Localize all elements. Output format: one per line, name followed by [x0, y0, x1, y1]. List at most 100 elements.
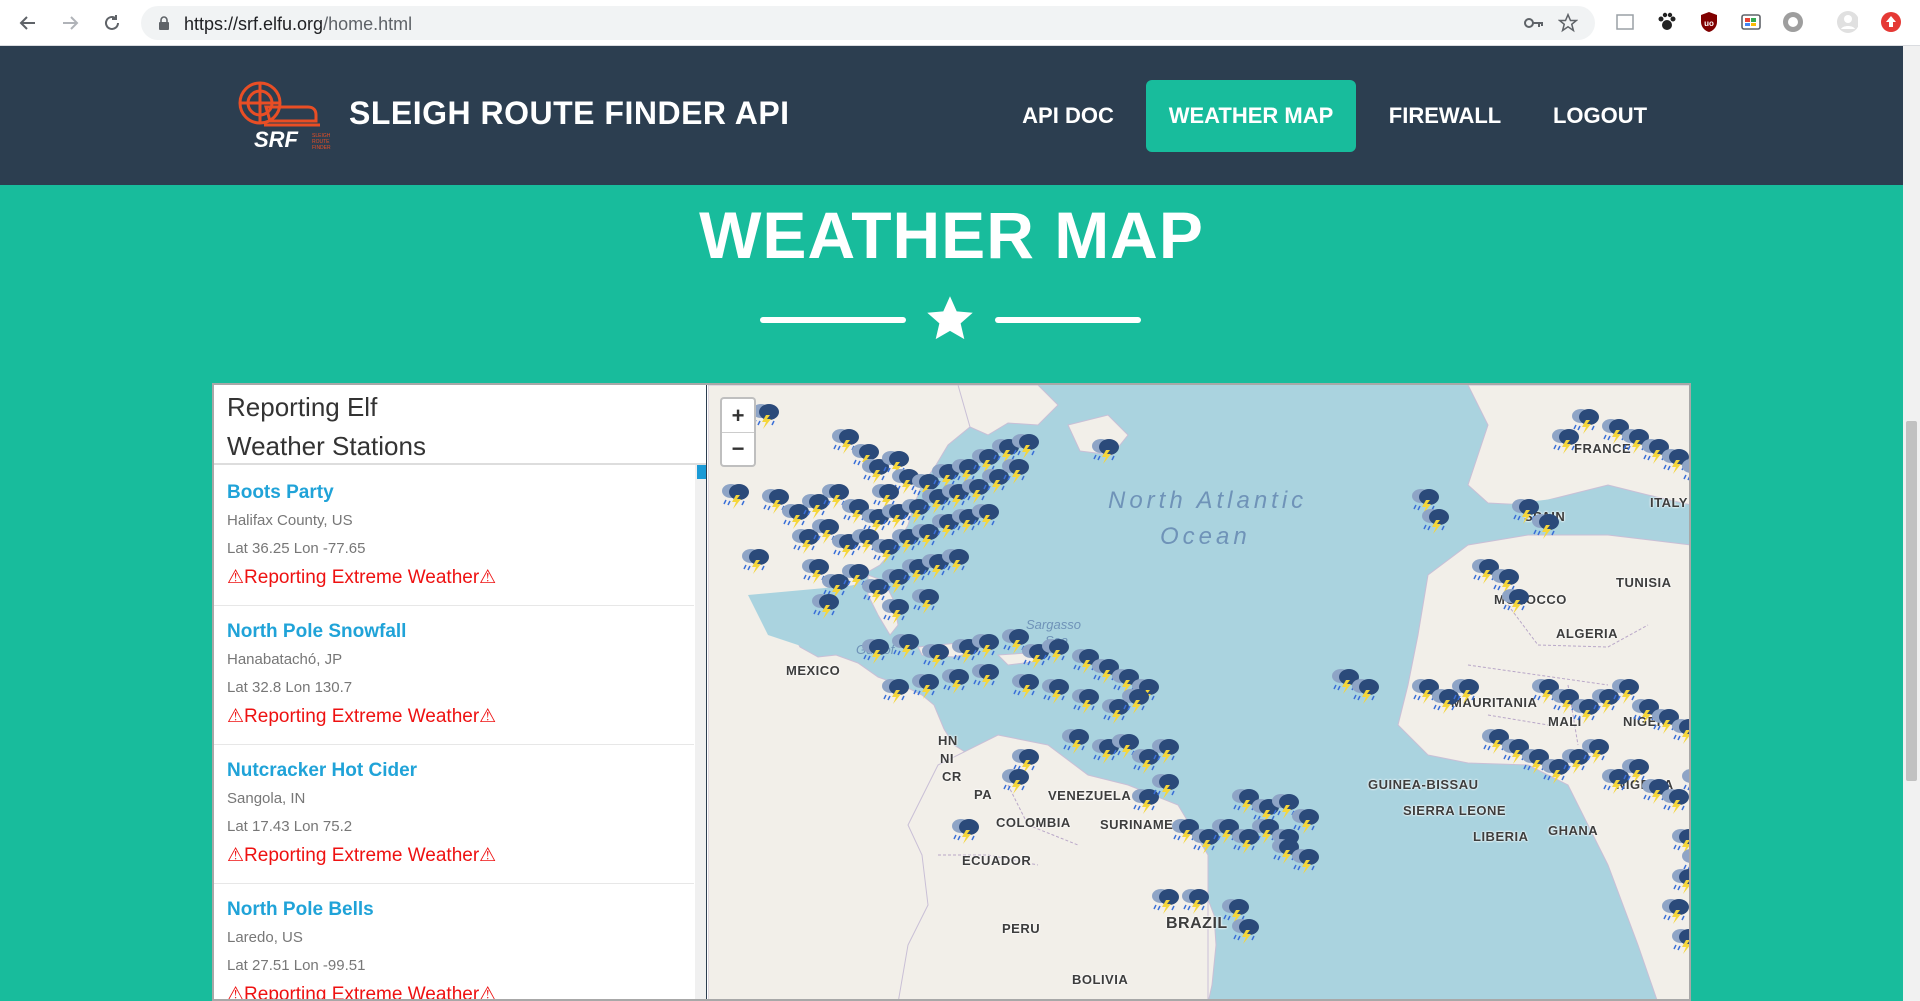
cast-icon[interactable] — [1740, 11, 1762, 33]
sidebar-scrollbar[interactable] — [695, 465, 706, 999]
zoom-control: + − — [720, 397, 756, 467]
storm-icon[interactable] — [1578, 735, 1612, 765]
station-coords: Lat 27.51 Lon -99.51 — [227, 957, 366, 974]
lock-icon — [158, 16, 170, 35]
nav-weather-map[interactable]: WEATHER MAP — [1146, 80, 1356, 152]
storm-icon[interactable] — [808, 590, 842, 620]
divider-line-left — [760, 317, 906, 323]
forward-arrow-icon[interactable] — [56, 9, 84, 37]
storm-icon[interactable] — [948, 815, 982, 845]
page-title: WEATHER MAP — [699, 198, 1204, 272]
divider-line-right — [995, 317, 1141, 323]
zoom-in-button[interactable]: + — [722, 399, 754, 432]
nav-api-doc[interactable]: API DOC — [1000, 80, 1136, 152]
key-icon[interactable] — [1522, 13, 1546, 33]
storm-icon[interactable] — [1058, 725, 1092, 755]
update-icon[interactable] — [1880, 11, 1902, 33]
nav-logout[interactable]: LOGOUT — [1530, 80, 1670, 152]
storm-icon[interactable] — [1418, 505, 1452, 535]
storm-icon[interactable] — [1448, 675, 1482, 705]
browser-toolbar: https://srf.elfu.org/home.html uo — [0, 0, 1920, 46]
storm-icon[interactable] — [1148, 735, 1182, 765]
storm-icon[interactable] — [938, 545, 972, 575]
station-item[interactable]: Nutcracker Hot Cider Sangola, IN Lat 17.… — [214, 745, 694, 884]
star-icon — [924, 293, 976, 345]
storm-icon[interactable] — [1668, 925, 1689, 955]
map-country-label: VENEZUELA — [1048, 788, 1132, 803]
storm-icon[interactable] — [998, 455, 1032, 485]
map-country-label: ITALY — [1650, 495, 1688, 510]
storm-icon[interactable] — [998, 765, 1032, 795]
star-bookmark-icon[interactable] — [1556, 13, 1580, 33]
map-country-label: ECUADOR — [962, 853, 1032, 868]
storm-icon[interactable] — [1548, 425, 1582, 455]
storm-icon[interactable] — [1688, 705, 1689, 735]
ublock-icon[interactable]: uo — [1698, 11, 1720, 33]
back-arrow-icon[interactable] — [14, 9, 42, 37]
storm-icon[interactable] — [1068, 685, 1102, 715]
map-country-label: PA — [974, 787, 993, 802]
station-alert: ⚠Reporting Extreme Weather⚠ — [227, 567, 497, 588]
storm-icon[interactable] — [1118, 685, 1152, 715]
address-bar[interactable]: https://srf.elfu.org/home.html — [141, 6, 1595, 40]
page-scrollbar[interactable] — [1903, 46, 1920, 1001]
zoom-out-button[interactable]: − — [722, 432, 754, 465]
profile-icon[interactable] — [1836, 11, 1858, 33]
storm-icon[interactable] — [738, 545, 772, 575]
storm-icon[interactable] — [1148, 885, 1182, 915]
storm-icon[interactable] — [908, 670, 942, 700]
circle-extension-icon[interactable] — [1782, 11, 1804, 33]
weather-map[interactable]: North Atlantic Ocean Sargasso Sea Gulf o… — [708, 385, 1689, 999]
svg-text:uo: uo — [1704, 19, 1714, 28]
srf-logo[interactable]: SRF SLEIGH ROUTE FINDER — [236, 79, 346, 152]
storm-icon[interactable] — [1228, 915, 1262, 945]
storm-icon[interactable] — [1498, 585, 1532, 615]
station-name[interactable]: Nutcracker Hot Cider — [227, 760, 417, 782]
sidebar-scroll-thumb[interactable] — [697, 465, 706, 479]
map-country-label: HN — [938, 733, 958, 748]
station-name[interactable]: North Pole Bells — [227, 899, 374, 921]
storm-icon[interactable] — [908, 585, 942, 615]
svg-text:SRF: SRF — [254, 127, 299, 151]
storm-icon[interactable] — [1008, 670, 1042, 700]
storm-icon[interactable] — [888, 630, 922, 660]
nav-firewall[interactable]: FIREWALL — [1370, 80, 1520, 152]
sidebar-title-line2: Weather Stations — [227, 431, 426, 461]
page-scroll-thumb[interactable] — [1906, 421, 1917, 781]
station-item[interactable]: North Pole Snowfall Hanabatachó, JP Lat … — [214, 606, 694, 745]
storm-icon[interactable] — [1038, 675, 1072, 705]
tab-icon[interactable] — [1614, 11, 1636, 33]
storm-icon[interactable] — [1038, 635, 1072, 665]
station-item[interactable]: Boots Party Halifax County, US Lat 36.25… — [214, 467, 694, 606]
storm-icon[interactable] — [1228, 825, 1262, 855]
storm-icon[interactable] — [858, 635, 892, 665]
paw-extension-icon[interactable] — [1656, 11, 1678, 33]
storm-icon[interactable] — [1148, 770, 1182, 800]
station-item[interactable]: North Pole Bells Laredo, US Lat 27.51 Lo… — [214, 884, 694, 1001]
storm-icon[interactable] — [718, 480, 752, 510]
reload-icon[interactable] — [98, 9, 126, 37]
storm-icon[interactable] — [1288, 845, 1322, 875]
storm-icon[interactable] — [1678, 765, 1689, 795]
storm-icon[interactable] — [1678, 455, 1689, 485]
storm-icon[interactable] — [878, 595, 912, 625]
station-name[interactable]: North Pole Snowfall — [227, 621, 406, 643]
ocean-label: North Atlantic — [1108, 487, 1308, 514]
storm-icon[interactable] — [1668, 865, 1689, 895]
storm-icon[interactable] — [1348, 675, 1382, 705]
storm-icon[interactable] — [1088, 435, 1122, 465]
station-alert: ⚠Reporting Extreme Weather⚠ — [227, 845, 497, 866]
storm-icon[interactable] — [968, 500, 1002, 530]
storm-icon[interactable] — [1658, 895, 1689, 925]
station-alert: ⚠Reporting Extreme Weather⚠ — [227, 984, 497, 1001]
storm-icon[interactable] — [968, 660, 1002, 690]
map-country-label: GHANA — [1548, 823, 1599, 838]
storm-icon[interactable] — [1178, 885, 1212, 915]
storm-icon[interactable] — [1528, 510, 1562, 540]
storm-icon[interactable] — [968, 630, 1002, 660]
storm-icon[interactable] — [878, 675, 912, 705]
storm-icon[interactable] — [938, 665, 972, 695]
station-name[interactable]: Boots Party — [227, 482, 334, 504]
map-country-label: LIBERIA — [1473, 829, 1529, 844]
brand-title[interactable]: SLEIGH ROUTE FINDER API — [349, 95, 790, 132]
